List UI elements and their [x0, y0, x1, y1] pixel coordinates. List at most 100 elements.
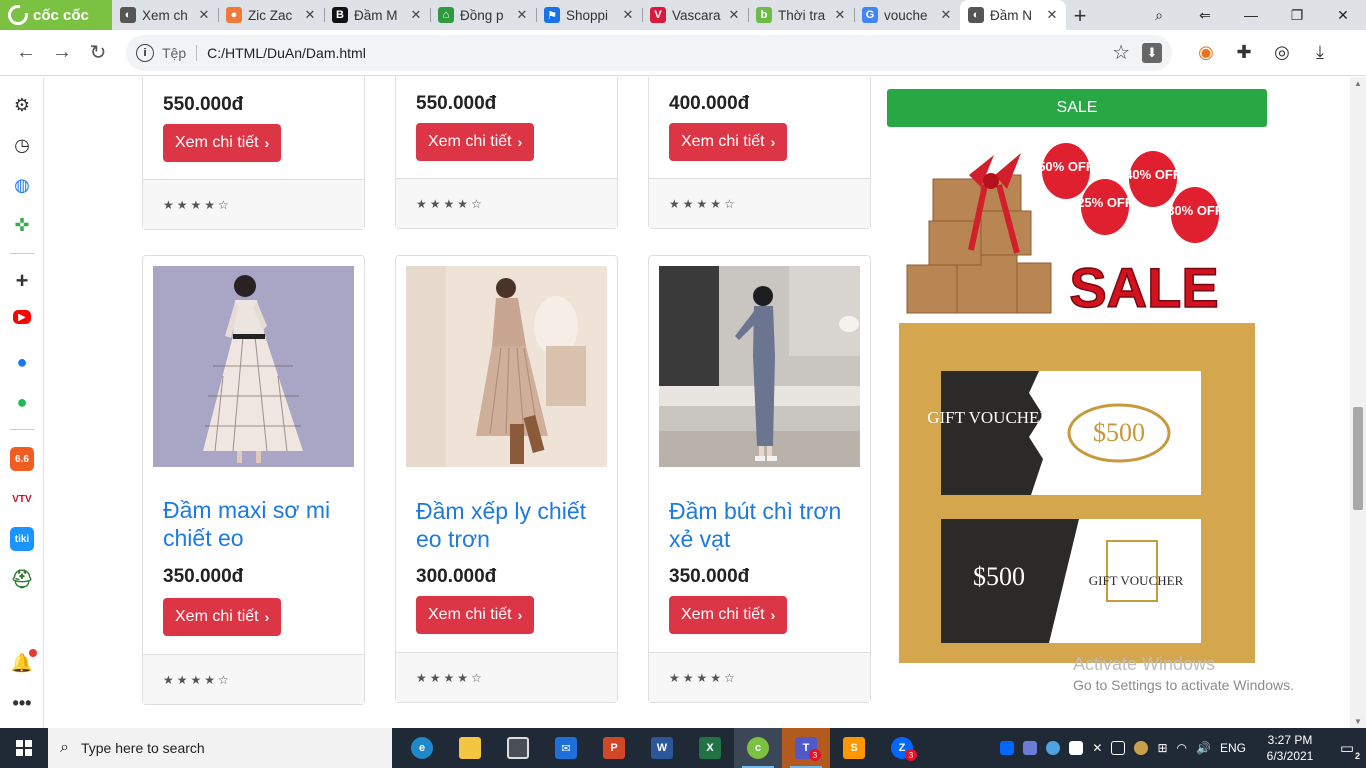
browser-tab[interactable]: ● Zic Zac ✕ [218, 2, 324, 28]
network-icon[interactable]: ⊞ [1157, 741, 1167, 755]
browser-tab[interactable]: ◐ Đầm N ✕ [960, 0, 1066, 30]
browser-tab[interactable]: ⚑ Shoppi ✕ [536, 2, 642, 28]
info-icon[interactable]: i [136, 43, 154, 62]
scroll-down-arrow-icon[interactable]: ▼ [1354, 717, 1362, 726]
taskbar-search[interactable]: ⌕ Type here to search [48, 728, 392, 768]
sale-button[interactable]: SALE [887, 89, 1267, 127]
tab-search-icon[interactable]: ⌕ [1136, 7, 1182, 24]
product-name[interactable]: Đầm bút chì trơn xẻ vạt [669, 497, 859, 553]
taskbar-edge[interactable]: e [398, 728, 446, 768]
forward-arrow-icon[interactable]: → [44, 35, 80, 71]
tab-close-icon[interactable]: ✕ [410, 7, 422, 23]
product-image[interactable] [659, 266, 860, 467]
taskbar-sublime[interactable]: S [830, 728, 878, 768]
close-window-button[interactable]: ✕ [1320, 7, 1366, 24]
profile-avatar-icon[interactable]: ◎ [1270, 41, 1294, 65]
add-sidebar-app-icon[interactable]: + [10, 268, 34, 293]
volume-icon[interactable]: 🔊 [1196, 741, 1211, 755]
action-center-icon[interactable]: ▭ 2 [1334, 735, 1360, 761]
page-scrollbar[interactable]: ▲ ▼ [1350, 77, 1366, 728]
product-name[interactable]: Đầm maxi sơ mi chiết eo [163, 496, 353, 552]
back-history-icon[interactable]: ⇐ [1182, 7, 1228, 24]
view-detail-button[interactable]: Xem chi tiết › [416, 596, 535, 634]
taskbar-mail[interactable]: ✉ [542, 728, 590, 768]
url-text[interactable]: C:/HTML/DuAn/Dam.html [207, 45, 366, 61]
language-indicator[interactable]: ENG [1220, 741, 1246, 755]
view-detail-button[interactable]: Xem chi tiết › [163, 124, 282, 162]
history-icon[interactable]: ◷ [10, 133, 34, 157]
rating-stars: ★★★★☆ [143, 179, 364, 229]
tab-title: Đồng p [460, 7, 504, 23]
minimize-button[interactable]: — [1228, 7, 1274, 23]
reload-icon[interactable]: ↻ [80, 35, 116, 71]
product-image[interactable] [153, 266, 354, 467]
coccoc-extension-icon[interactable]: ◉ [1194, 41, 1218, 65]
browser-tab[interactable]: ◐ Xem ch ✕ [112, 2, 218, 28]
messenger-icon[interactable]: ◍ [10, 173, 34, 197]
browser-tab[interactable]: V Vascara ✕ [642, 2, 748, 28]
wifi-icon[interactable]: ◠ [1177, 741, 1187, 755]
page-download-icon[interactable]: ⬇ [1142, 42, 1162, 63]
tray-coccoc-icon[interactable] [1046, 741, 1061, 755]
scrollbar-thumb[interactable] [1353, 407, 1363, 510]
maximize-button[interactable]: ❐ [1274, 7, 1320, 24]
taskbar-store[interactable] [494, 728, 542, 768]
view-detail-button[interactable]: Xem chi tiết › [669, 596, 788, 634]
tab-close-icon[interactable]: ✕ [834, 7, 846, 23]
tab-close-icon[interactable]: ✕ [1046, 7, 1058, 23]
rating-stars: ★★★★☆ [396, 652, 617, 702]
facebook-icon[interactable]: ● [10, 350, 34, 374]
store-icon [507, 737, 529, 759]
tab-close-icon[interactable]: ✕ [940, 7, 952, 23]
browser-tab[interactable]: ⌂ Đồng p ✕ [430, 2, 536, 28]
tab-close-icon[interactable]: ✕ [728, 7, 740, 23]
tray-zalo-icon[interactable] [1000, 741, 1015, 755]
tray-display-icon[interactable] [1111, 741, 1126, 755]
tray-unikey-icon[interactable]: ✕ [1092, 741, 1102, 755]
spotify-icon[interactable]: ● [10, 390, 34, 414]
view-detail-button[interactable]: Xem chi tiết › [669, 123, 788, 161]
tab-favicon-icon: ◐ [120, 7, 136, 23]
taskbar-teams[interactable]: T3 [782, 728, 830, 768]
tray-vascara-icon[interactable] [1069, 741, 1084, 755]
new-tab-button[interactable]: + [1066, 2, 1094, 30]
tiki-icon[interactable]: tiki [10, 527, 34, 551]
tab-close-icon[interactable]: ✕ [622, 7, 634, 23]
game-controller-icon[interactable]: ✜ [10, 213, 34, 237]
address-bar[interactable]: i Tệp C:/HTML/DuAn/Dam.html ☆ ⬇ [126, 34, 1172, 71]
taskbar-excel[interactable]: X [686, 728, 734, 768]
tab-close-icon[interactable]: ✕ [516, 7, 528, 23]
taskbar-coccoc[interactable]: c [734, 728, 782, 768]
back-arrow-icon[interactable]: ← [8, 35, 44, 71]
browser-tab[interactable]: Gvouche ✕ [854, 2, 960, 28]
bookmark-star-icon[interactable]: ☆ [1112, 40, 1130, 65]
sale-promo-image: 50% OFF 40% OFF 25% OFF 30% OFF SALE [906, 143, 1223, 320]
product-image[interactable] [406, 266, 607, 467]
vtvgo-icon[interactable]: VTV [10, 487, 34, 511]
view-detail-button[interactable]: Xem chi tiết › [163, 598, 282, 636]
browser-tab[interactable]: B Đầm M ✕ [324, 2, 430, 28]
taskbar-zalo[interactable]: Z3 [878, 728, 926, 768]
youtube-icon[interactable]: ▶ [13, 310, 31, 324]
tray-app-icon[interactable] [1134, 741, 1149, 755]
tab-title: Đầm M [354, 7, 398, 23]
product-name[interactable]: Đầm xếp ly chiết eo trơn [416, 497, 606, 553]
puzzle-extensions-icon[interactable]: ✚ [1232, 41, 1256, 65]
clock[interactable]: 3:27 PM 6/3/2021 [1255, 732, 1325, 764]
settings-gear-icon[interactable]: ⚙ [10, 93, 34, 117]
tab-close-icon[interactable]: ✕ [304, 7, 316, 23]
scroll-up-arrow-icon[interactable]: ▲ [1354, 79, 1362, 88]
taskbar-file-explorer[interactable] [446, 728, 494, 768]
more-options-icon[interactable]: ••• [10, 691, 34, 715]
downloads-icon[interactable]: ⤓ [1308, 41, 1332, 65]
coccoc-menu-button[interactable]: cốc cốc [0, 0, 112, 30]
shopee-icon[interactable]: 6.6 [10, 447, 34, 471]
coccoc-hat-icon[interactable]: ⛑ [10, 567, 34, 591]
tab-close-icon[interactable]: ✕ [198, 7, 210, 23]
tray-people-icon[interactable] [1023, 741, 1038, 755]
view-detail-button[interactable]: Xem chi tiết › [416, 123, 535, 161]
taskbar-powerpoint[interactable]: P [590, 728, 638, 768]
browser-tab[interactable]: b Thời tra ✕ [748, 2, 854, 28]
taskbar-word[interactable]: W [638, 728, 686, 768]
start-button[interactable] [0, 728, 48, 768]
